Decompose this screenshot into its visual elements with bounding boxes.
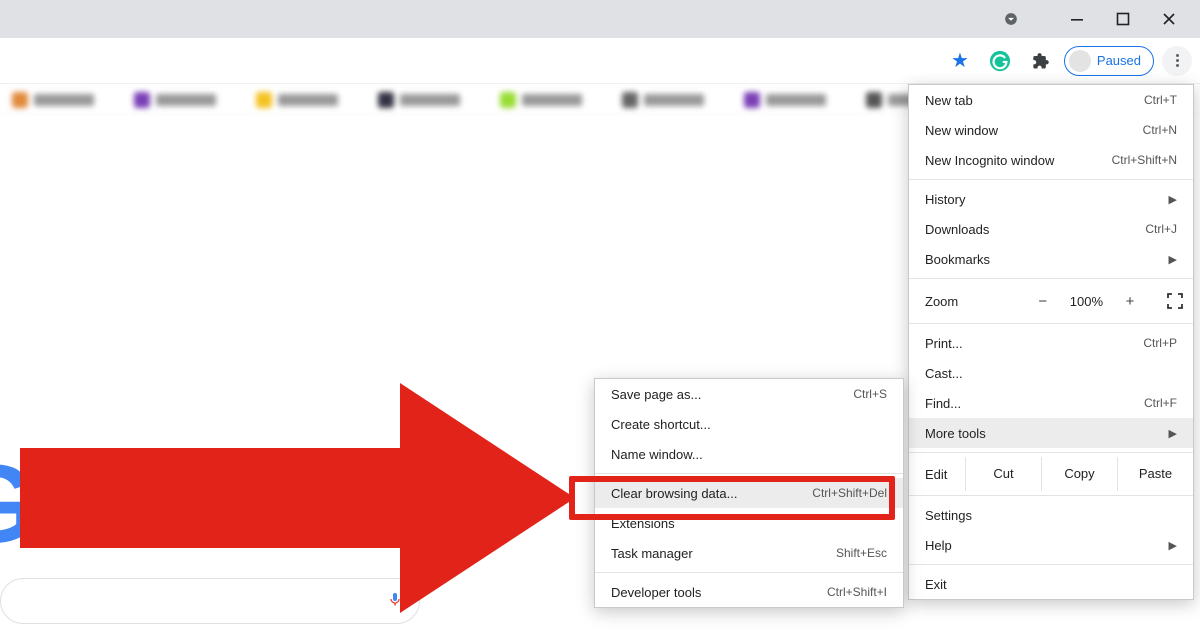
copy-button[interactable]: Copy: [1041, 457, 1117, 491]
menu-item[interactable]: Name window...: [595, 439, 903, 469]
account-dropdown-icon[interactable]: [988, 0, 1034, 38]
browser-toolbar: ★ Paused: [0, 38, 1200, 84]
chrome-menu: New tab Ctrl+T New window Ctrl+N New Incogni…: [908, 84, 1194, 600]
menu-item-shortcut: Ctrl+S: [853, 387, 887, 401]
menu-item-label: Save page as...: [611, 387, 701, 402]
menu-item-shortcut: Shift+Esc: [836, 546, 887, 560]
menu-item-label: Exit: [925, 577, 947, 592]
window-titlebar: [0, 0, 1200, 38]
menu-item[interactable]: Find... Ctrl+F: [909, 388, 1193, 418]
menu-item-label: Developer tools: [611, 585, 701, 600]
menu-zoom-row: Zoom − 100% +: [909, 283, 1193, 319]
profile-state-label: Paused: [1097, 53, 1141, 68]
menu-item-shortcut: Ctrl+Shift+N: [1112, 153, 1177, 167]
menu-item-shortcut: Ctrl+P: [1143, 336, 1177, 350]
menu-item-label: More tools: [925, 426, 986, 441]
submenu-arrow-icon: ▶: [1169, 427, 1177, 440]
menu-separator: [909, 278, 1193, 279]
menu-separator: [909, 179, 1193, 180]
menu-separator: [595, 572, 903, 573]
menu-item-label: Name window...: [611, 447, 703, 462]
menu-item-label: New tab: [925, 93, 973, 108]
menu-item[interactable]: New tab Ctrl+T: [909, 85, 1193, 115]
menu-item[interactable]: Exit: [909, 569, 1193, 599]
menu-item[interactable]: Bookmarks ▶: [909, 244, 1193, 274]
menu-item[interactable]: New Incognito window Ctrl+Shift+N: [909, 145, 1193, 175]
menu-item-label: Help: [925, 538, 952, 553]
menu-item-label: Find...: [925, 396, 961, 411]
submenu-arrow-icon: ▶: [1169, 193, 1177, 206]
menu-item-label: Clear browsing data...: [611, 486, 737, 501]
menu-separator: [909, 495, 1193, 496]
menu-separator: [909, 452, 1193, 453]
submenu-arrow-icon: ▶: [1169, 253, 1177, 266]
menu-item[interactable]: Create shortcut...: [595, 409, 903, 439]
bookmark-star-icon[interactable]: ★: [944, 45, 976, 77]
menu-item-label: History: [925, 192, 965, 207]
zoom-out-button[interactable]: −: [1032, 293, 1054, 310]
paste-button[interactable]: Paste: [1117, 457, 1193, 491]
annotation-arrow-icon: [20, 383, 580, 613]
minimize-button[interactable]: [1054, 0, 1100, 38]
menu-item-label: Print...: [925, 336, 963, 351]
menu-item[interactable]: Task manager Shift+Esc: [595, 538, 903, 568]
menu-item-shortcut: Ctrl+Shift+I: [827, 585, 887, 599]
menu-item[interactable]: Extensions: [595, 508, 903, 538]
menu-item[interactable]: Settings: [909, 500, 1193, 530]
menu-item-label: New Incognito window: [925, 153, 1054, 168]
menu-item[interactable]: New window Ctrl+N: [909, 115, 1193, 145]
maximize-button[interactable]: [1100, 0, 1146, 38]
menu-item-label: Create shortcut...: [611, 417, 711, 432]
menu-item-label: Extensions: [611, 516, 675, 531]
menu-item-label: Bookmarks: [925, 252, 990, 267]
chrome-menu-button[interactable]: [1162, 46, 1192, 76]
menu-item[interactable]: Cast...: [909, 358, 1193, 388]
menu-item-label: Downloads: [925, 222, 989, 237]
menu-item-shortcut: Ctrl+N: [1143, 123, 1177, 137]
menu-item-label: Task manager: [611, 546, 693, 561]
fullscreen-icon[interactable]: [1167, 293, 1183, 309]
menu-item-shortcut: Ctrl+F: [1144, 396, 1177, 410]
menu-separator: [909, 564, 1193, 565]
menu-edit-row: Edit Cut Copy Paste: [909, 457, 1193, 491]
submenu-arrow-icon: ▶: [1169, 539, 1177, 552]
cut-button[interactable]: Cut: [965, 457, 1041, 491]
menu-item[interactable]: Print... Ctrl+P: [909, 328, 1193, 358]
menu-item[interactable]: Help ▶: [909, 530, 1193, 560]
menu-item[interactable]: History ▶: [909, 184, 1193, 214]
menu-item[interactable]: Clear browsing data... Ctrl+Shift+Del: [595, 478, 903, 508]
zoom-label: Zoom: [925, 294, 958, 309]
zoom-in-button[interactable]: +: [1119, 293, 1141, 310]
menu-item-shortcut: Ctrl+T: [1144, 93, 1177, 107]
close-button[interactable]: [1146, 0, 1192, 38]
menu-item[interactable]: Save page as... Ctrl+S: [595, 379, 903, 409]
edit-label: Edit: [909, 467, 965, 482]
profile-chip[interactable]: Paused: [1064, 46, 1154, 76]
menu-item-shortcut: Ctrl+Shift+Del: [812, 486, 887, 500]
menu-item-shortcut: Ctrl+J: [1145, 222, 1177, 236]
menu-separator: [909, 323, 1193, 324]
menu-item[interactable]: More tools ▶: [909, 418, 1193, 448]
menu-item-label: New window: [925, 123, 998, 138]
menu-item[interactable]: Downloads Ctrl+J: [909, 214, 1193, 244]
more-tools-submenu: Save page as... Ctrl+S Create shortcut... N…: [594, 378, 904, 608]
grammarly-extension-icon[interactable]: [984, 45, 1016, 77]
menu-item[interactable]: Developer tools Ctrl+Shift+I: [595, 577, 903, 607]
avatar: [1069, 50, 1091, 72]
menu-item-label: Settings: [925, 508, 972, 523]
extensions-puzzle-icon[interactable]: [1024, 45, 1056, 77]
menu-item-label: Cast...: [925, 366, 963, 381]
menu-separator: [595, 473, 903, 474]
zoom-level: 100%: [1070, 294, 1103, 309]
